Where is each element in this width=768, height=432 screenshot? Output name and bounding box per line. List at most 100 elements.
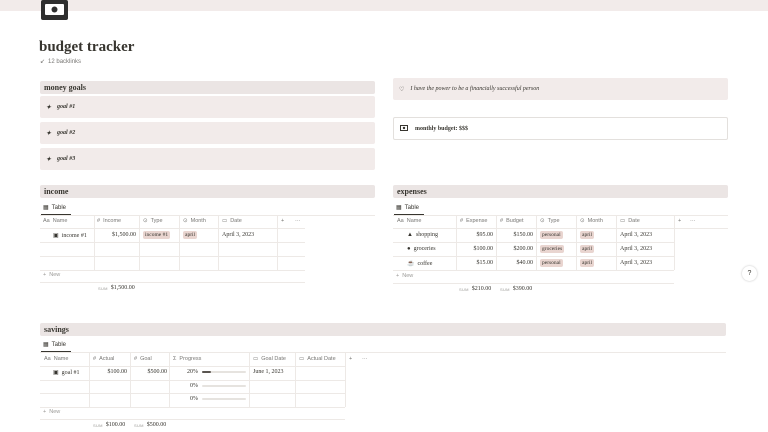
divider (40, 282, 305, 283)
income-col-date[interactable]: ▭ Date (222, 218, 242, 224)
row-name: ▣ goal #1 (53, 369, 80, 377)
expenses-add-column-button[interactable]: + (678, 218, 681, 224)
divider (393, 242, 674, 243)
row-income: $1,500.00 (112, 232, 136, 238)
divider (40, 419, 345, 420)
income-col-month[interactable]: ⊙ Month (183, 218, 206, 224)
divider (393, 228, 728, 229)
number-icon: # (97, 218, 101, 224)
divider (40, 393, 345, 394)
table-icon: ▦ (43, 205, 49, 211)
divider (40, 228, 305, 229)
goal-label: goal #2 (57, 130, 76, 136)
month-tag: april (580, 259, 595, 267)
savings-col-progress[interactable]: Σ Progress (173, 356, 201, 362)
divider (393, 283, 674, 284)
goal-item-3[interactable]: ✦ goal #3 (40, 148, 375, 170)
expenses-sum-expense[interactable]: SUM $210.00 (459, 286, 491, 292)
divider (40, 380, 345, 381)
expenses-new-row-button[interactable]: + New (396, 273, 413, 279)
table-icon: ▦ (396, 205, 402, 211)
savings-col-goal[interactable]: # Goal (134, 356, 152, 362)
goal-item-2[interactable]: ✦ goal #2 (40, 122, 375, 144)
row-month: april (580, 231, 595, 239)
income-sum[interactable]: SUM $1,500.00 (98, 285, 135, 291)
savings-col-goal-date[interactable]: ▭ Goal Date (253, 356, 286, 362)
progress-bar (202, 385, 246, 387)
expenses-col-budget[interactable]: # Budget (500, 218, 524, 224)
help-button[interactable]: ? (742, 266, 757, 281)
income-col-type[interactable]: ⊙ Type (143, 218, 163, 224)
row-name: ▣ income #1 (53, 232, 87, 240)
expenses-col-month[interactable]: ⊙ Month (580, 218, 603, 224)
col-divider (345, 352, 346, 407)
money-icon[interactable] (41, 0, 68, 20)
expenses-sum-budget[interactable]: SUM $390.00 (500, 286, 532, 292)
number-icon: # (93, 356, 97, 362)
row-date: April 3, 2023 (620, 260, 653, 266)
expenses-table-tab[interactable]: ▦ Table (396, 204, 420, 212)
income-more-button[interactable]: ··· (295, 218, 301, 224)
type-tag: personal (540, 259, 563, 267)
calendar-icon: ▭ (299, 356, 305, 362)
monthly-budget-callout[interactable]: monthly budget: $$$ (393, 117, 728, 140)
backlinks-link[interactable]: ↙ 12 backlinks (40, 58, 82, 66)
divider (393, 256, 674, 257)
income-col-income[interactable]: # Income (97, 218, 121, 224)
savings-table-tab[interactable]: ▦ Table (43, 341, 66, 349)
type-tag: personal (540, 231, 563, 239)
row-date: April 3, 2023 (222, 232, 255, 238)
tab-label: Table (404, 204, 420, 211)
plus-icon: + (678, 218, 682, 224)
income-new-row-button[interactable]: + New (43, 272, 60, 278)
affirmation-callout[interactable]: ♡ I have the power to be a financially s… (393, 78, 728, 100)
row-goal-date: June 1, 2023 (253, 369, 284, 375)
income-add-column-button[interactable]: + (281, 218, 284, 224)
select-icon: ⊙ (580, 218, 585, 224)
row-type: groceries (540, 245, 565, 253)
savings-more-button[interactable]: ··· (362, 356, 368, 362)
divider (393, 215, 728, 216)
savings-new-row-button[interactable]: + New (43, 409, 60, 415)
backlinks-label: 12 backlinks (48, 58, 82, 65)
savings-header: savings (40, 323, 726, 336)
progress-bar (202, 371, 246, 373)
page-cover (0, 0, 768, 11)
shopping-bag-icon: ▲ (407, 232, 413, 238)
divider (393, 270, 674, 271)
number-icon: # (134, 356, 138, 362)
select-icon: ⊙ (540, 218, 545, 224)
arrow-icon: ↙ (40, 59, 46, 65)
more-icon: ··· (295, 218, 301, 224)
expenses-col-name[interactable]: Aa Name (397, 218, 421, 224)
savings-add-column-button[interactable]: + (349, 356, 352, 362)
expenses-col-date[interactable]: ▭ Date (620, 218, 640, 224)
money-goals-header: money goals (40, 81, 375, 94)
expenses-more-button[interactable]: ··· (690, 218, 696, 224)
month-tag: april (580, 231, 595, 239)
income-table-tab[interactable]: ▦ Table (43, 204, 66, 212)
more-icon: ··· (690, 218, 696, 224)
select-icon: ⊙ (183, 218, 188, 224)
divider (40, 270, 305, 271)
savings-col-actual-date[interactable]: ▭ Actual Date (299, 356, 336, 362)
savings-sum-actual[interactable]: SUM $100.00 (93, 422, 125, 428)
text-icon: Aa (44, 356, 51, 362)
income-col-name[interactable]: Aa Name (43, 218, 67, 224)
expenses-col-expense[interactable]: # Expense (460, 218, 487, 224)
row-expense: $15.00 (476, 260, 494, 266)
row-type: personal (540, 231, 563, 239)
savings-col-name[interactable]: Aa Name (44, 356, 68, 362)
monthly-budget-text: monthly budget: $$$ (415, 125, 469, 132)
row-month: april (580, 259, 595, 267)
row-name: ▲ shopping (407, 232, 438, 238)
expenses-header: expenses (393, 185, 728, 198)
goal-item-1[interactable]: ✦ goal #1 (40, 96, 375, 118)
row-month: april (580, 245, 595, 253)
divider (40, 242, 305, 243)
expenses-col-type[interactable]: ⊙ Type (540, 218, 560, 224)
money-icon: ▣ (53, 233, 59, 239)
savings-col-actual[interactable]: # Actual (93, 356, 114, 362)
savings-sum-goal[interactable]: SUM $500.00 (134, 422, 166, 428)
plus-icon: + (396, 273, 400, 279)
